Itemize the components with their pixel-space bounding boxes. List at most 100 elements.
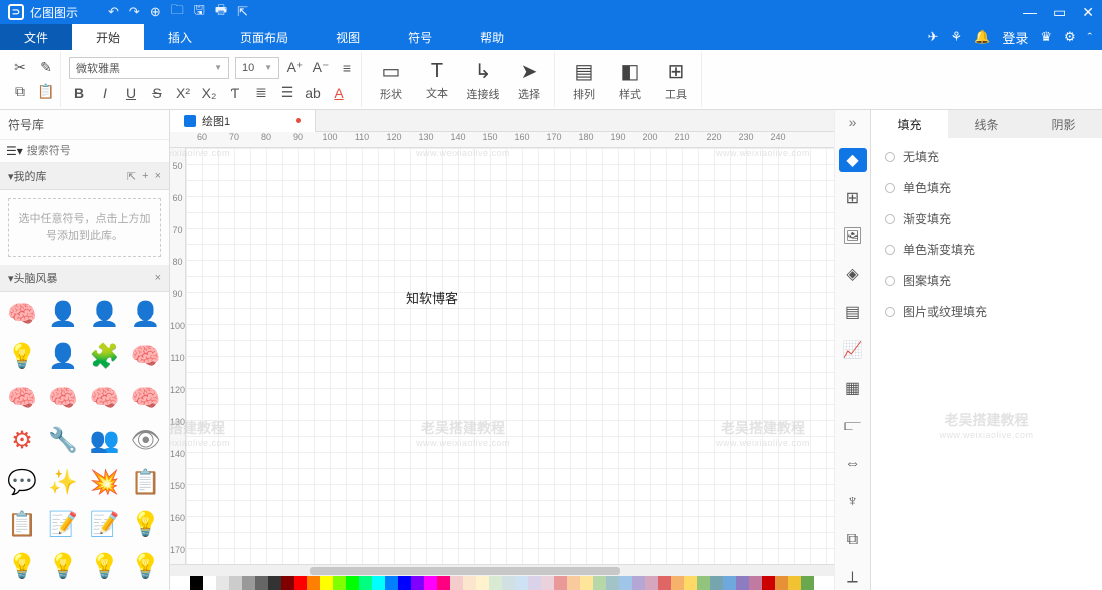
palette-swatch[interactable] <box>736 576 749 590</box>
fill-pattern-radio[interactable]: 图案填充 <box>885 272 1088 289</box>
italic-icon[interactable]: I <box>95 83 115 103</box>
select-button[interactable]: ➤选择 <box>508 52 550 108</box>
superscript-icon[interactable]: X² <box>173 83 193 103</box>
bell-icon[interactable]: 🔔 <box>974 29 990 45</box>
palette-swatch[interactable] <box>684 576 697 590</box>
cut-icon[interactable]: ✂ <box>10 58 30 78</box>
palette-swatch[interactable] <box>619 576 632 590</box>
palette-swatch[interactable] <box>606 576 619 590</box>
format-painter-icon[interactable]: ✎ <box>36 58 56 78</box>
palette-swatch[interactable] <box>255 576 268 590</box>
ruler-tool-icon[interactable]: ⟂ <box>839 566 867 590</box>
line-spacing-icon[interactable]: ≣ <box>251 83 271 103</box>
horizontal-scrollbar[interactable] <box>170 564 834 576</box>
expand-icon[interactable]: » <box>849 114 857 130</box>
palette-swatch[interactable] <box>359 576 372 590</box>
palette-swatch[interactable] <box>333 576 346 590</box>
palette-swatch[interactable] <box>281 576 294 590</box>
palette-swatch[interactable] <box>762 576 775 590</box>
symbol-item[interactable]: 📋 <box>128 464 164 500</box>
save-icon[interactable]: 🖫 <box>194 1 205 23</box>
tab-fill[interactable]: 填充 <box>871 110 948 138</box>
symbol-item[interactable]: 👤 <box>45 296 81 332</box>
send-icon[interactable]: ✈ <box>928 29 939 45</box>
symbol-item[interactable]: ⚙ <box>4 422 40 458</box>
export-lib-icon[interactable]: ⇱ <box>127 170 136 183</box>
palette-swatch[interactable] <box>307 576 320 590</box>
symbol-item[interactable]: 💡 <box>128 548 164 584</box>
symbol-item[interactable]: 💥 <box>87 464 123 500</box>
menu-help[interactable]: 帮助 <box>456 24 528 50</box>
undo-icon[interactable]: ↶ <box>108 4 119 20</box>
layer-tool-icon[interactable]: ◈ <box>839 262 867 286</box>
font-name-select[interactable]: 微软雅黑▼ <box>69 57 229 79</box>
image-tool-icon[interactable]: 🖼 <box>839 224 867 248</box>
palette-swatch[interactable] <box>593 576 606 590</box>
palette-swatch[interactable] <box>775 576 788 590</box>
search-input[interactable] <box>27 145 169 157</box>
palette-swatch[interactable] <box>346 576 359 590</box>
palette-swatch[interactable] <box>671 576 684 590</box>
palette-swatch[interactable] <box>710 576 723 590</box>
symbol-item[interactable]: 👤 <box>45 338 81 374</box>
maximize-icon[interactable]: ▭ <box>1053 4 1066 21</box>
symbol-item[interactable]: 🧠 <box>87 380 123 416</box>
hierarchy-tool-icon[interactable]: ♆ <box>839 490 867 514</box>
fill-gradient-radio[interactable]: 渐变填充 <box>885 210 1088 227</box>
text-button[interactable]: T文本 <box>416 52 458 108</box>
arrange-button[interactable]: ▤排列 <box>563 52 605 108</box>
settings-icon[interactable]: ⚙ <box>1064 29 1076 45</box>
symbol-item[interactable]: 🧠 <box>4 296 40 332</box>
palette-swatch[interactable] <box>554 576 567 590</box>
palette-swatch[interactable] <box>190 576 203 590</box>
palette-swatch[interactable] <box>437 576 450 590</box>
document-tab[interactable]: 绘图1 <box>170 110 316 132</box>
palette-swatch[interactable] <box>294 576 307 590</box>
filter-icon[interactable]: ☰▾ <box>6 144 23 158</box>
text-height-icon[interactable]: Ƭ <box>225 83 245 103</box>
symbol-item[interactable]: 📝 <box>87 506 123 542</box>
palette-swatch[interactable] <box>567 576 580 590</box>
palette-swatch[interactable] <box>645 576 658 590</box>
palette-swatch[interactable] <box>268 576 281 590</box>
palette-swatch[interactable] <box>411 576 424 590</box>
symbol-item[interactable]: 👁 <box>128 422 164 458</box>
palette-swatch[interactable] <box>398 576 411 590</box>
symbol-item[interactable]: 💡 <box>128 506 164 542</box>
chart-tool-icon[interactable]: 📈 <box>839 338 867 362</box>
underline-icon[interactable]: U <box>121 83 141 103</box>
symbol-item[interactable]: 💡 <box>87 548 123 584</box>
close-lib-icon[interactable]: × <box>155 170 161 183</box>
table-tool-icon[interactable]: ▦ <box>839 376 867 400</box>
distribute-tool-icon[interactable]: ⇔ <box>839 452 867 476</box>
connector-button[interactable]: ↳连接线 <box>462 52 504 108</box>
palette-swatch[interactable] <box>476 576 489 590</box>
strike-icon[interactable]: S <box>147 83 167 103</box>
new-icon[interactable]: ⊕ <box>150 4 161 20</box>
shape-button[interactable]: ▭形状 <box>370 52 412 108</box>
palette-swatch[interactable] <box>749 576 762 590</box>
palette-swatch[interactable] <box>515 576 528 590</box>
fill-solidgrad-radio[interactable]: 单色渐变填充 <box>885 241 1088 258</box>
palette-swatch[interactable] <box>385 576 398 590</box>
palette-swatch[interactable] <box>580 576 593 590</box>
font-color-icon[interactable]: A <box>329 83 349 103</box>
gift-icon[interactable]: ♛ <box>1040 29 1052 45</box>
symbol-item[interactable]: 🧩 <box>87 338 123 374</box>
text-case-icon[interactable]: ab <box>303 83 323 103</box>
align-icon[interactable]: ≡ <box>337 58 357 78</box>
palette-swatch[interactable] <box>242 576 255 590</box>
page-tool-icon[interactable]: ▤ <box>839 300 867 324</box>
symbol-item[interactable]: 👥 <box>87 422 123 458</box>
copy-icon[interactable]: ⧉ <box>10 82 30 102</box>
redo-icon[interactable]: ↷ <box>129 4 140 20</box>
menu-symbol[interactable]: 符号 <box>384 24 456 50</box>
symbol-item[interactable]: 💡 <box>45 548 81 584</box>
palette-swatch[interactable] <box>372 576 385 590</box>
palette-swatch[interactable] <box>528 576 541 590</box>
export-icon[interactable]: ⇱ <box>237 4 248 20</box>
palette-swatch[interactable] <box>216 576 229 590</box>
open-icon[interactable]: 🗀 <box>171 1 184 23</box>
add-lib-icon[interactable]: + <box>142 170 148 183</box>
login-link[interactable]: 登录 <box>1002 28 1028 47</box>
